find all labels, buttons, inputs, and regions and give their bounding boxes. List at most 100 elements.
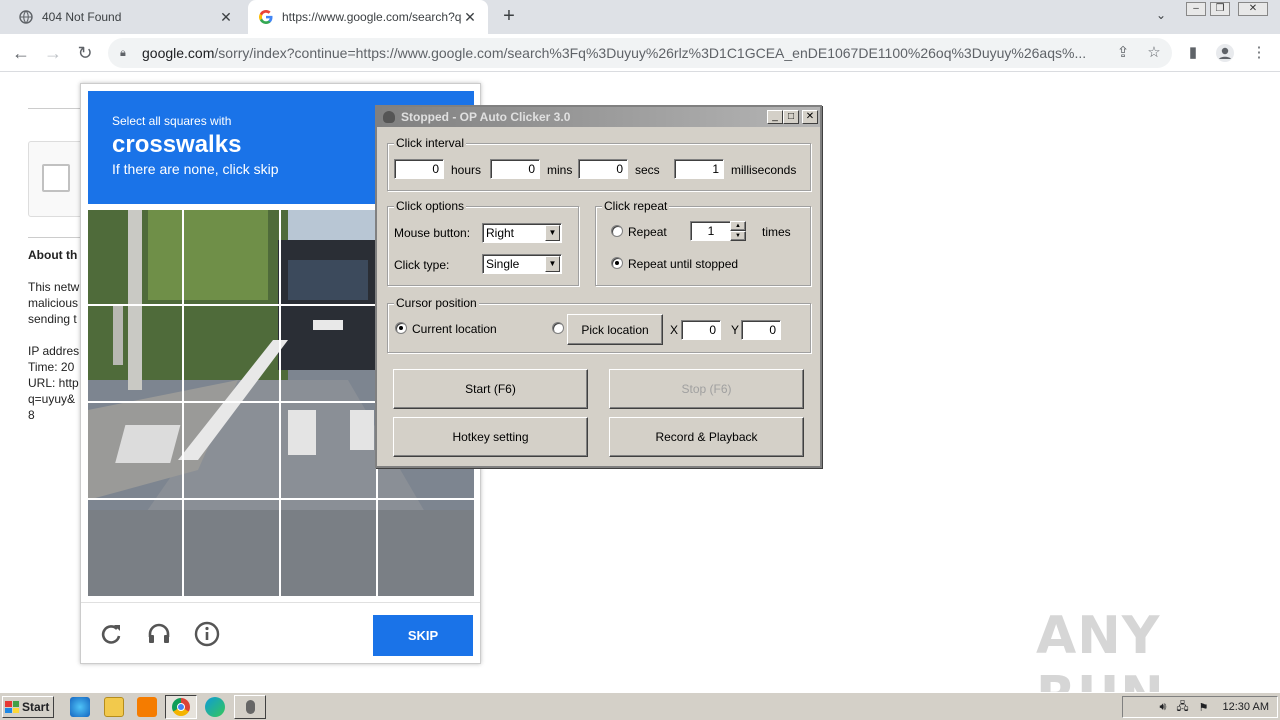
back-arrow-icon[interactable]: ← [10,42,32,64]
url-host: google.com [142,45,215,61]
secs-input[interactable]: 0 [578,159,628,179]
windows-logo-icon [5,701,19,713]
current-location-radio[interactable] [395,322,407,334]
page-text-line: URL: http [28,376,79,390]
divider [28,237,88,238]
pick-location-radio[interactable] [552,322,564,334]
network-icon[interactable]: 🖧 [1176,698,1188,717]
repeat-radio[interactable] [611,225,623,237]
hours-label: hours [451,163,482,177]
milliseconds-label: milliseconds [731,163,797,177]
lock-icon: 🔒︎ [120,46,126,59]
tab-title: https://www.google.com/search?q= [282,10,462,24]
mouse-icon [246,700,255,714]
stop-button[interactable]: Stop (F6) [609,369,804,409]
page-text-line: Time: 20 [28,360,75,374]
window-title: Stopped - OP Auto Clicker 3.0 [401,110,571,124]
restore-window-button[interactable]: ❐ [1210,2,1230,16]
record-playback-button[interactable]: Record & Playback [609,417,804,457]
current-location-label: Current location [412,322,497,336]
x-coordinate-input[interactable]: 0 [681,320,721,340]
action-center-flag-icon[interactable]: ⚑ [1199,701,1209,714]
start-button[interactable]: Start (F6) [393,369,588,409]
internet-explorer-icon[interactable] [70,697,90,717]
about-heading: About th [28,248,78,262]
repeat-spinner[interactable]: ▲ ▼ [730,221,746,241]
profile-avatar-icon[interactable] [1214,42,1236,64]
grid-line [279,210,281,596]
bookmark-star-icon[interactable]: ☆ [1143,42,1165,64]
autoclicker-taskbar-button[interactable] [234,695,266,719]
grid-line [88,498,474,500]
target-word: crosswalks [112,131,242,158]
page-text-line: q=uyuy& [28,392,76,406]
clock[interactable]: 12:30 AM [1223,701,1269,713]
auto-clicker-titlebar[interactable]: Stopped - OP Auto Clicker 3.0 [377,107,820,127]
x-label: X [670,323,679,337]
start-button[interactable]: Start [2,696,54,718]
mins-input[interactable]: 0 [490,159,540,179]
click-options-group: Click options [387,199,579,286]
volume-icon[interactable]: 🔊︎ [1159,701,1166,714]
tab-close-icon[interactable]: ✕ [218,9,234,26]
address-bar[interactable]: 🔒︎ google.com/sorry/index?continue=https… [108,38,1172,68]
tab-google-search[interactable]: https://www.google.com/search?q= ✕ [248,0,488,34]
minimize-button[interactable]: _ [767,110,783,124]
none-instruction: If there are none, click skip [112,161,279,177]
google-g-icon [258,9,274,25]
hours-input[interactable]: 0 [394,159,444,179]
mouse-button-value: Right [486,226,515,240]
repeat-count-input[interactable]: 1 [690,221,732,241]
url-path: /sorry/index?continue=https://www.google… [214,45,1087,61]
file-explorer-icon[interactable] [104,697,124,717]
minimize-window-button[interactable]: – [1186,2,1206,16]
reload-icon[interactable]: ↻ [74,42,96,64]
audio-challenge-icon[interactable] [145,620,173,648]
click-type-label: Click type: [394,258,450,272]
y-coordinate-input[interactable]: 0 [741,320,781,340]
secs-label: secs [635,163,660,177]
new-tab-button[interactable]: + [498,6,520,28]
click-repeat-group: Click repeat [595,199,811,286]
mouse-button-label: Mouse button: [394,226,471,240]
forward-arrow-icon[interactable]: → [42,42,64,64]
pick-location-button[interactable]: Pick location [567,314,663,345]
page-captcha-checkbox[interactable] [42,164,70,192]
tab-close-icon[interactable]: ✕ [462,9,478,26]
media-player-icon[interactable] [137,697,157,717]
hotkey-setting-button[interactable]: Hotkey setting [393,417,588,457]
start-label: Start [22,700,50,714]
mouse-button-select[interactable]: Right ▼ [482,223,562,243]
auto-clicker-window: Stopped - OP Auto Clicker 3.0 _ □ ✕ Clic… [375,105,822,468]
group-legend: Click options [394,199,467,213]
spin-up-icon[interactable]: ▲ [730,221,746,231]
instruction-text: Select all squares with [112,114,232,128]
reload-challenge-icon[interactable] [97,620,125,648]
spin-down-icon[interactable]: ▼ [730,231,746,241]
maximize-button[interactable]: □ [783,110,799,124]
click-type-value: Single [486,257,520,271]
chrome-taskbar-button[interactable] [165,695,197,719]
close-window-button[interactable]: ✕ [1238,2,1268,16]
tab-search-chevron-icon[interactable]: ⌄ [1152,8,1170,26]
close-button[interactable]: ✕ [802,110,818,124]
skip-button[interactable]: SKIP [373,615,473,656]
group-legend: Click interval [394,136,467,150]
group-legend: Click repeat [602,199,670,213]
globe-icon [18,9,34,25]
edge-icon[interactable] [205,697,225,717]
repeat-label: Repeat [628,225,667,239]
side-panel-icon[interactable]: ▮ [1182,42,1204,64]
info-icon[interactable] [193,620,221,648]
page-text-line: 8 [28,408,35,422]
tab-title: 404 Not Found [42,10,122,24]
browser-menu-icon[interactable]: ⋮ [1248,42,1270,64]
tab-404-not-found[interactable]: 404 Not Found ✕ [8,0,244,34]
grid-line [182,210,184,596]
repeat-until-stopped-label: Repeat until stopped [628,257,739,271]
repeat-until-stopped-radio[interactable] [611,257,623,269]
milliseconds-input[interactable]: 1 [674,159,724,179]
share-icon[interactable]: ⇪ [1112,42,1134,64]
times-label: times [762,225,791,239]
click-type-select[interactable]: Single ▼ [482,254,562,274]
